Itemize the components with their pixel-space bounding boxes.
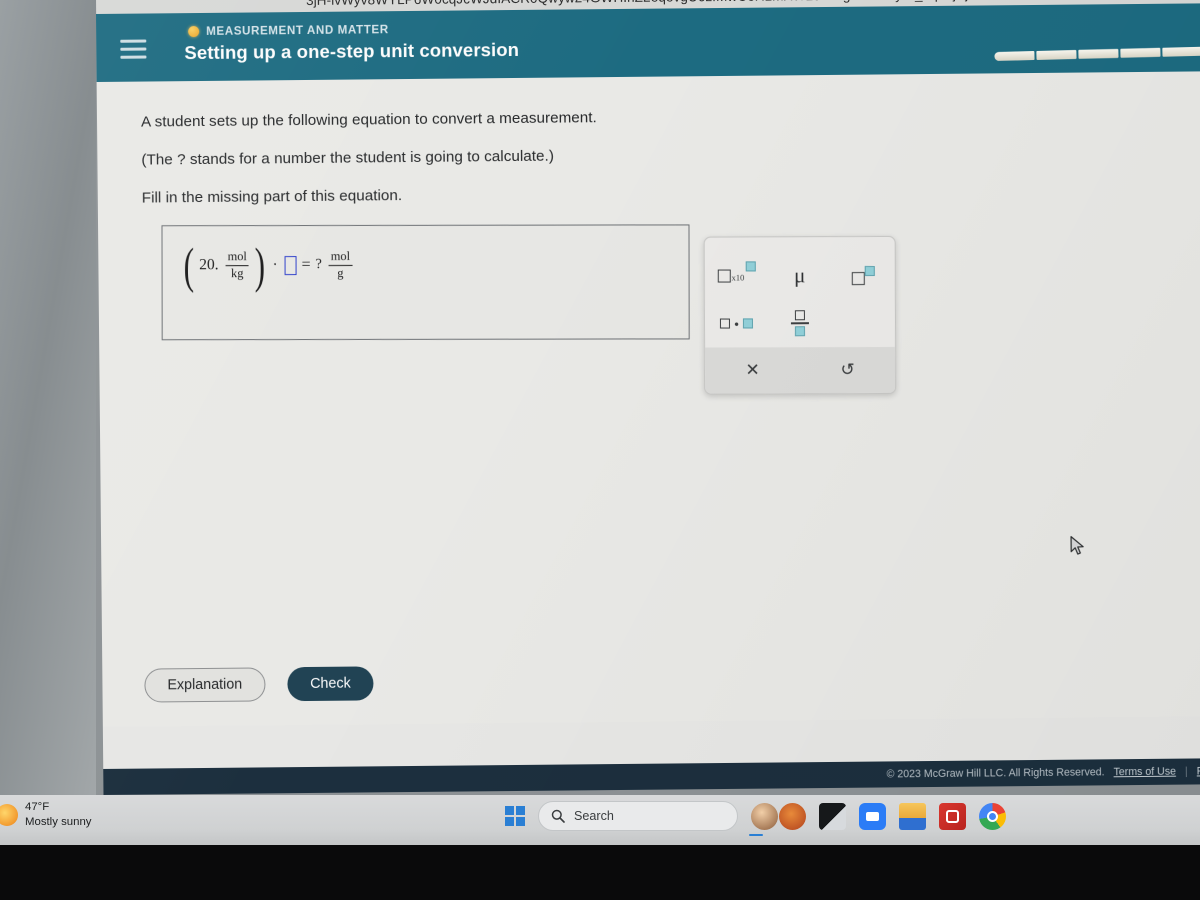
- weather-text: 47°F Mostly sunny: [25, 800, 91, 829]
- palette-empty-cell: [836, 303, 890, 343]
- progress-bar: [994, 46, 1200, 62]
- palette-actions: ✕ ↺: [705, 346, 896, 394]
- answer-input-slot[interactable]: [284, 255, 297, 275]
- progress-segment: [1162, 46, 1200, 57]
- taskbar-center-group: Search: [505, 801, 1006, 836]
- x10-label: x10: [731, 271, 745, 282]
- progress-segment: [1120, 47, 1161, 58]
- clear-button[interactable]: ✕: [705, 360, 800, 380]
- weather-widget[interactable]: 47°F Mostly sunny: [0, 800, 91, 829]
- folder-icon[interactable]: [899, 802, 926, 830]
- topic-row: MEASUREMENT AND MATTER: [188, 23, 389, 38]
- undo-button[interactable]: ↺: [800, 360, 895, 380]
- multiply-icon: •: [720, 316, 753, 331]
- monitor-photo: 3jH-ivWyv8WYLP6W0cqJcWJdIACR0Qwyw24GWHIn…: [0, 0, 1200, 900]
- question-mark: ?: [315, 257, 322, 273]
- desk-bezel-bottom: [0, 843, 1200, 900]
- fraction-bar: [790, 322, 809, 324]
- equals-sign: =: [301, 256, 311, 274]
- weather-description: Mostly sunny: [25, 815, 92, 828]
- mouse-cursor: [1070, 536, 1084, 555]
- question-line-2: (The ? stands for a number the student i…: [141, 147, 555, 169]
- right-denominator: g: [328, 264, 353, 281]
- coefficient: 20.: [199, 256, 219, 274]
- topic-label: MEASUREMENT AND MATTER: [206, 23, 389, 38]
- question-content: A student sets up the following equation…: [96, 71, 1200, 727]
- numerator-square: [794, 310, 805, 321]
- answer-entry-box[interactable]: ( 20. mol kg ) · = ? mol g: [161, 224, 690, 341]
- left-denominator: kg: [225, 264, 249, 281]
- active-app-underline: [748, 833, 763, 836]
- people-icon[interactable]: [779, 802, 806, 830]
- windows-taskbar: 47°F Mostly sunny Search: [0, 795, 1200, 845]
- dot-glyph: •: [734, 315, 739, 331]
- check-button[interactable]: Check: [286, 666, 374, 702]
- app-header: MEASUREMENT AND MATTER Setting up a one-…: [96, 3, 1200, 82]
- open-paren: (: [183, 237, 195, 294]
- close-paren: ): [254, 237, 266, 294]
- file-explorer-dark-icon[interactable]: [819, 802, 846, 830]
- denominator-square: [794, 325, 805, 336]
- progress-segment: [1036, 49, 1077, 60]
- exponent-square: [864, 265, 875, 276]
- desk-bezel-left: [0, 0, 96, 795]
- question-line-3: Fill in the missing part of this equatio…: [141, 187, 403, 207]
- palette-multiply-button[interactable]: •: [710, 303, 764, 343]
- zoom-icon[interactable]: [859, 802, 886, 830]
- browser-viewport: MEASUREMENT AND MATTER Setting up a one-…: [96, 3, 1200, 795]
- placeholder-square: [717, 268, 731, 283]
- right-numerator: mol: [330, 248, 351, 263]
- left-fraction: mol kg: [223, 248, 252, 281]
- left-numerator: mol: [227, 248, 247, 263]
- photos-icon[interactable]: [939, 802, 966, 830]
- right-fraction: mol g: [326, 248, 355, 281]
- palette-micro-button[interactable]: μ: [773, 255, 827, 295]
- exponent-square: [745, 260, 756, 271]
- search-icon: [551, 809, 565, 823]
- terms-of-use-link[interactable]: Terms of Use: [1114, 766, 1177, 779]
- chrome-icon[interactable]: [748, 802, 1006, 836]
- copyright-text: © 2023 McGraw Hill LLC. All Rights Reser…: [886, 766, 1105, 781]
- right-square: [742, 318, 753, 329]
- mu-icon: μ: [794, 262, 806, 287]
- weather-temperature: 47°F: [25, 801, 50, 813]
- page-title: Setting up a one-step unit conversion: [184, 38, 520, 64]
- explanation-button[interactable]: Explanation: [144, 667, 266, 703]
- multiply-operator: ·: [272, 256, 278, 273]
- action-bar: Explanation Check: [102, 658, 1200, 703]
- palette-superscript-button[interactable]: [836, 255, 890, 295]
- fraction-icon: [790, 310, 809, 336]
- superscript-icon: [851, 265, 875, 285]
- people-icon[interactable]: [751, 802, 778, 830]
- left-square: [720, 318, 731, 329]
- sun-icon: [0, 803, 18, 826]
- page-footer: © 2023 McGraw Hill LLC. All Rights Reser…: [103, 758, 1200, 795]
- progress-segment: [1078, 48, 1119, 59]
- palette-scientific-notation-button[interactable]: x10: [709, 255, 763, 295]
- footer-separator: |: [1184, 765, 1188, 778]
- equation: ( 20. mol kg ) · = ? mol g: [181, 237, 356, 294]
- question-line-1: A student sets up the following equation…: [140, 109, 597, 131]
- palette-fraction-button[interactable]: [773, 303, 827, 343]
- search-input[interactable]: Search: [538, 801, 738, 831]
- windows-start-icon[interactable]: [505, 806, 525, 826]
- progress-segment: [994, 51, 1035, 62]
- math-palette[interactable]: x10 μ • ✕ ↺: [703, 235, 897, 395]
- scientific-notation-icon: x10: [717, 260, 756, 283]
- base-square: [851, 271, 865, 285]
- search-label: Search: [574, 809, 614, 823]
- math-palette-grid: x10 μ •: [705, 237, 895, 348]
- topic-dot-icon: [188, 26, 200, 38]
- hamburger-icon[interactable]: [120, 39, 147, 59]
